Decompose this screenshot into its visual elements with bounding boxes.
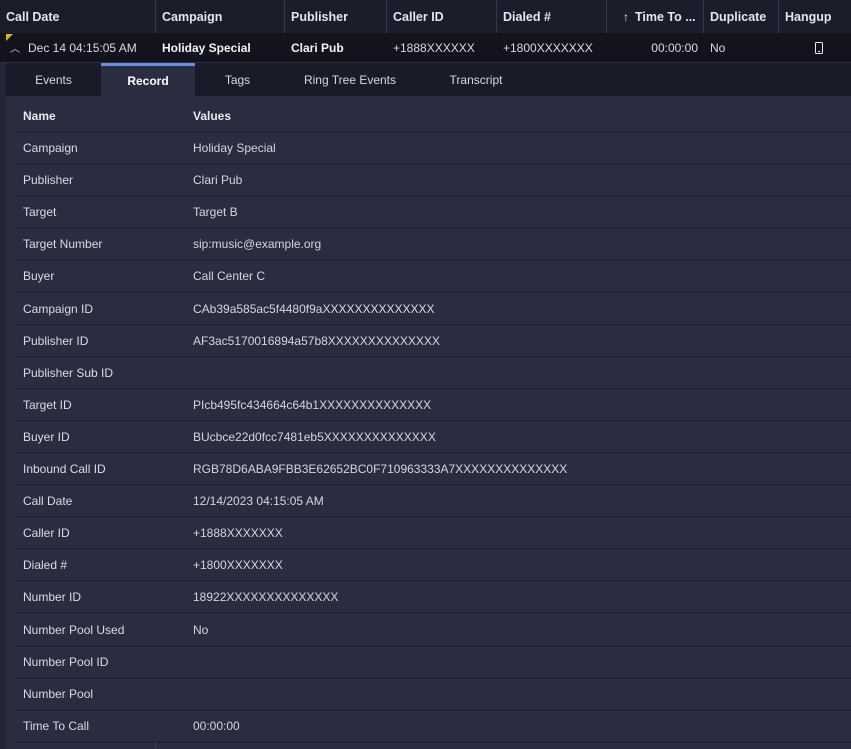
record-field-name: Number Pool <box>23 686 94 701</box>
column-header-duplicate[interactable]: Duplicate <box>704 0 779 33</box>
column-header-caller-id[interactable]: Caller ID <box>387 0 497 33</box>
column-header-call-date[interactable]: Call Date <box>0 0 156 33</box>
column-header-hangup[interactable]: Hangup <box>779 0 851 33</box>
record-field-value: Holiday Special <box>193 141 276 155</box>
record-field-value: Target B <box>193 205 238 220</box>
record-row: Time To Call 00:00:00 <box>16 711 851 743</box>
record-field-value: 00:00:00 <box>193 718 240 733</box>
column-header-label: Caller ID <box>393 9 444 24</box>
column-header-label: Duplicate <box>710 9 767 24</box>
call-details-panel: Call Date Campaign Publisher Caller ID D… <box>0 0 851 749</box>
record-row: Target ID PIcb495fc434664c64b1XXXXXXXXXXX… <box>16 390 851 422</box>
record-field-name: Buyer ID <box>23 429 70 444</box>
record-row: Campaign Holiday Special <box>16 133 851 165</box>
sort-ascending-icon[interactable]: ↑ <box>623 10 629 24</box>
record-row: Buyer Call Center C <box>16 261 851 294</box>
record-header-row: Name Values <box>16 101 851 133</box>
tab-events[interactable]: Events <box>6 63 101 96</box>
record-row: Buyer ID BUcbce22d0fcc7481eb5XXXXXXXXXXXX… <box>16 422 851 454</box>
column-header-label: Call Date <box>6 9 60 24</box>
record-field-name: Inbound Call ID <box>23 462 106 476</box>
record-field-name: Publisher <box>23 173 74 188</box>
column-header-publisher[interactable]: Publisher <box>285 0 387 33</box>
detail-tabs: Events Record Tags Ring Tree Events Tran… <box>6 63 851 96</box>
record-header-name: Name <box>23 109 56 123</box>
cell-duplicate: No <box>710 40 726 55</box>
record-field-name: Call Date <box>23 494 73 509</box>
record-field-name: Target <box>23 205 57 220</box>
record-header-values: Values <box>193 109 232 123</box>
tab-transcript[interactable]: Transcript <box>420 63 532 96</box>
cell-publisher: Clari Pub <box>291 40 344 55</box>
record-field-name: Target ID <box>23 397 72 412</box>
cell-time-to-call: 00:00:00 <box>651 40 698 55</box>
record-row: Campaign ID CAb39a585ac5f4480f9aXXXXXXXXX… <box>16 294 851 326</box>
record-field-name: Number Pool ID <box>23 654 109 669</box>
record-row: Number Pool ID <box>16 647 851 679</box>
record-row: Caller ID +1888XXXXXXX <box>16 518 851 551</box>
record-field-value: +1800XXXXXXX <box>193 558 283 573</box>
record-field-name: Publisher Sub ID <box>23 365 114 380</box>
record-row: Target Number sip:music@example.org <box>16 229 851 262</box>
divider <box>155 740 156 749</box>
column-header-dialed[interactable]: Dialed # <box>497 0 607 33</box>
record-row: Number ID 18922XXXXXXXXXXXXXX <box>16 582 851 615</box>
table-row[interactable]: ︿ Dec 14 04:15:05 AM Holiday Special Cla… <box>0 33 851 63</box>
record-field-value: 18922XXXXXXXXXXXXXX <box>193 590 339 605</box>
record-field-name: Time To Call <box>23 718 90 733</box>
record-field-value: +1888XXXXXXX <box>193 526 283 541</box>
column-header-label: Dialed # <box>503 9 551 24</box>
record-field-name: Caller ID <box>23 526 70 541</box>
record-table: Name Values Campaign Holiday Special Publi… <box>6 96 851 749</box>
record-row: Call Date 12/14/2023 04:15:05 AM <box>16 486 851 519</box>
column-header-campaign[interactable]: Campaign <box>156 0 285 33</box>
column-header-time-to-call[interactable]: ↑ Time To ... <box>607 0 704 33</box>
table-header: Call Date Campaign Publisher Caller ID D… <box>0 0 851 34</box>
tab-ring-tree-events[interactable]: Ring Tree Events <box>280 63 420 96</box>
record-field-value: Clari Pub <box>193 173 243 188</box>
record-field-name: Campaign <box>23 141 78 155</box>
record-row: Publisher Sub ID <box>16 358 851 390</box>
record-field-name: Target Number <box>23 237 103 252</box>
row-flag-marker <box>6 34 13 41</box>
column-header-label: Publisher <box>291 9 348 24</box>
record-field-name: Number ID <box>23 590 82 605</box>
cell-dialed: +1800XXXXXXX <box>503 40 593 55</box>
record-field-value: AF3ac5170016894a57b8XXXXXXXXXXXXXX <box>193 333 440 348</box>
cell-caller-id: +1888XXXXXX <box>393 40 475 55</box>
tab-tags[interactable]: Tags <box>195 63 280 96</box>
record-row: Publisher Clari Pub <box>16 165 851 198</box>
record-row: Dialed # +1800XXXXXXX <box>16 550 851 583</box>
cell-hangup <box>779 33 851 62</box>
record-row: Number Pool <box>16 679 851 711</box>
column-header-label: Hangup <box>785 9 832 24</box>
record-row: Number Pool Used No <box>16 615 851 647</box>
phone-icon <box>815 41 823 54</box>
record-field-name: Dialed # <box>23 558 68 573</box>
record-field-value: No <box>193 622 209 637</box>
record-field-value: PIcb495fc434664c64b1XXXXXXXXXXXXXX <box>193 397 432 412</box>
record-field-name: Buyer <box>23 269 55 284</box>
call-date-value: Dec 14 04:15:05 AM <box>28 40 137 55</box>
record-field-name: Publisher ID <box>23 333 89 348</box>
record-row: Target Target B <box>16 197 851 230</box>
record-field-value: CAb39a585ac5f4480f9aXXXXXXXXXXXXXX <box>193 301 435 316</box>
cell-campaign: Holiday Special <box>162 40 251 55</box>
record-field-name: Number Pool Used <box>23 622 125 637</box>
tab-record[interactable]: Record <box>101 63 195 96</box>
record-field-value: sip:music@example.org <box>193 237 322 252</box>
record-field-value: Call Center C <box>193 269 266 284</box>
column-header-label: Campaign <box>162 9 223 24</box>
record-row: Publisher ID AF3ac5170016894a57b8XXXXXXXX… <box>16 326 851 358</box>
chevron-up-icon[interactable]: ︿ <box>10 40 20 55</box>
record-row: Inbound Call ID RGB78D6ABA9FBB3E62652BC0F… <box>16 454 851 486</box>
record-field-value: BUcbce22d0fcc7481eb5XXXXXXXXXXXXXX <box>193 429 436 444</box>
column-header-label: Time To ... <box>635 9 696 24</box>
record-field-value: RGB78D6ABA9FBB3E62652BC0F710963333A7XXXX… <box>193 462 568 476</box>
record-field-name: Campaign ID <box>23 301 94 316</box>
cell-call-date: ︿ Dec 14 04:15:05 AM <box>0 33 156 62</box>
record-field-value: 12/14/2023 04:15:05 AM <box>193 494 324 509</box>
